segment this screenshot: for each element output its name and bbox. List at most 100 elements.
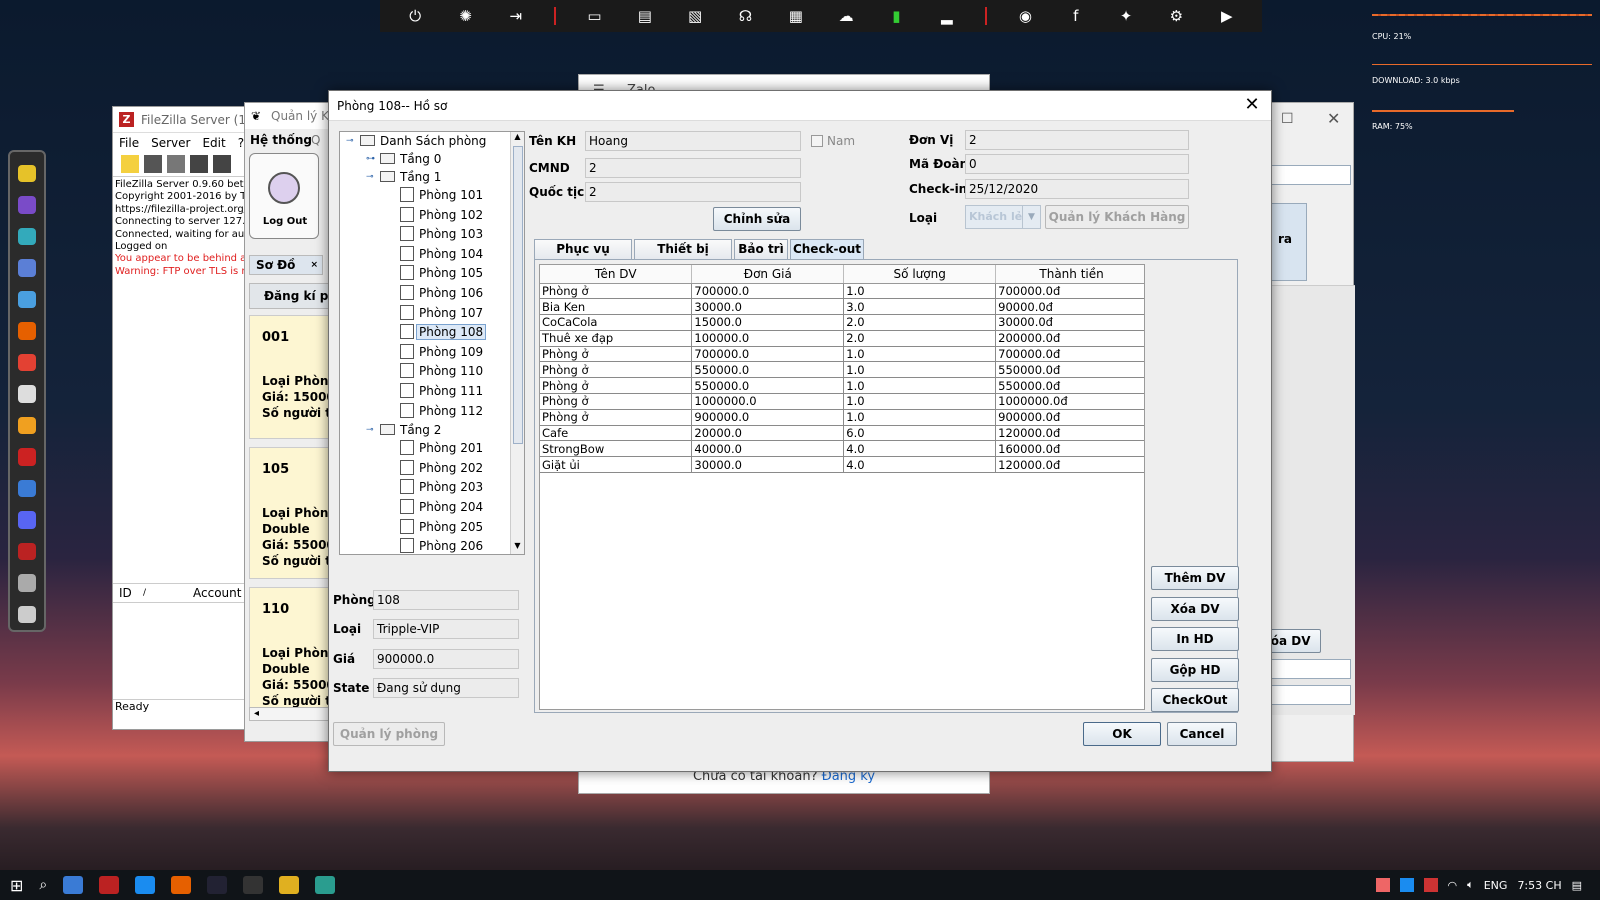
tree-room-node[interactable]: Phòng 102 (400, 206, 483, 225)
connect-icon[interactable] (121, 155, 139, 173)
signal-icon[interactable]: ▂ (935, 7, 959, 25)
tab-phuc-vu-phong[interactable]: Phục vụ phòng (534, 239, 632, 274)
ten-kh-field[interactable]: Hoang (585, 131, 801, 151)
star-icon[interactable] (18, 416, 36, 435)
tree-room-node[interactable]: Phòng 107 (400, 304, 483, 323)
tree-root-node[interactable]: ⊸ Danh Sách phòng (346, 132, 486, 151)
column-header[interactable]: Tên DV (540, 265, 693, 284)
register-room-button[interactable]: Đăng kí ph (249, 283, 335, 309)
tree-room-node[interactable]: Phòng 103 (400, 225, 483, 244)
manage-rooms-button[interactable]: Quản lý phòng (333, 722, 445, 746)
loai-khach-select[interactable]: Khách lẻ ▼ (965, 205, 1041, 229)
state-field[interactable]: Đang sử dụng (373, 678, 519, 698)
brightness-icon[interactable]: ✺ (453, 7, 477, 25)
images-icon[interactable]: ▧ (683, 7, 707, 25)
chevron-down-icon[interactable]: ▼ (1022, 206, 1040, 228)
table-row[interactable]: StrongBow 40000.0 4.0 160000.0đ (540, 440, 1144, 458)
table-row[interactable]: Phòng ở 1000000.0 1.0 1000000.0đ (540, 393, 1144, 410)
tree-room-node[interactable]: Phòng 108 (400, 323, 487, 342)
column-header[interactable]: Đơn Giá (691, 265, 845, 284)
table-row[interactable]: Cafe 20000.0 6.0 120000.0đ (540, 425, 1144, 442)
intellij-taskbar-icon[interactable] (207, 876, 228, 894)
tab-bao-tri[interactable]: Bảo trì (734, 239, 788, 259)
table-row[interactable]: Phòng ở 700000.0 1.0 700000.0đ (540, 346, 1144, 363)
volume-icon[interactable]: 🔈︎ (1467, 878, 1474, 892)
tree-room-node[interactable]: Phòng 106 (400, 284, 483, 303)
filezilla-menu-item[interactable]: Server (151, 133, 190, 153)
filezilla-menu-item[interactable]: Edit (202, 133, 225, 153)
app-taskbar-icon[interactable] (315, 876, 336, 894)
tree-floor-node[interactable]: ⊸ Tầng 2 (366, 421, 441, 440)
menu-quan-ly[interactable]: Q (311, 129, 320, 151)
java-app-taskbar-icon[interactable] (243, 876, 264, 894)
table-row[interactable]: CoCaCola 15000.0 2.0 30000.0đ (540, 314, 1144, 331)
clock[interactable]: 7:53 CH (1517, 879, 1561, 892)
cmnd-field[interactable]: 2 (585, 158, 801, 178)
tree-room-node[interactable]: Phòng 204 (400, 498, 483, 517)
logout-icon[interactable]: ⇥ (504, 7, 528, 25)
mail-icon[interactable] (63, 876, 84, 894)
room-card[interactable]: 110 Loại Phòng Double Giá: 550000 Số người t… (249, 587, 343, 719)
tree-room-node[interactable]: Phòng 110 (400, 362, 483, 381)
filezilla-icon[interactable] (18, 542, 36, 561)
tray-filezilla-icon[interactable] (1375, 878, 1390, 892)
expand-open-icon[interactable]: ⊸ (366, 421, 374, 440)
id-column[interactable]: ID (119, 584, 132, 602)
loai-phong-field[interactable]: Tripple-VIP (373, 619, 519, 639)
filezilla-taskbar-icon[interactable] (99, 876, 120, 894)
print-invoice-button[interactable]: In HD (1151, 627, 1239, 651)
expand-closed-icon[interactable]: ⊶ (366, 150, 375, 169)
edit-customer-button[interactable]: Chỉnh sửa (713, 207, 801, 231)
delete-service-button[interactable]: Xóa DV (1151, 596, 1239, 621)
horizontal-scrollbar[interactable]: ◂ (249, 707, 335, 721)
users-icon[interactable] (190, 155, 208, 173)
steam-icon[interactable]: ⚙ (1164, 7, 1188, 25)
table-row[interactable]: Phòng ở 900000.0 1.0 900000.0đ (540, 409, 1144, 426)
menu-he-thong[interactable]: Hệ thống (250, 129, 312, 151)
table-row[interactable]: Thuê xe đạp 100000.0 2.0 200000.0đ (540, 330, 1144, 347)
zalo-taskbar-icon[interactable] (135, 876, 156, 894)
wifi-icon[interactable]: ◠ (1448, 879, 1458, 892)
tray-app-icon[interactable] (1423, 878, 1438, 892)
cancel-button[interactable]: Cancel (1167, 722, 1237, 746)
maps-icon[interactable] (18, 227, 36, 246)
tree-room-node[interactable]: Phòng 111 (400, 382, 483, 401)
notification-icon[interactable]: ▤ (1572, 879, 1582, 892)
column-header[interactable]: Số lượng (843, 265, 997, 284)
close-icon[interactable]: ✕ (1327, 109, 1340, 128)
table-row[interactable]: Phòng ở 700000.0 1.0 700000.0đ (540, 283, 1144, 300)
file-explorer-icon[interactable] (279, 876, 300, 894)
firefox-icon[interactable] (18, 322, 36, 340)
gia-field[interactable]: 900000.0 (373, 649, 519, 669)
room-card[interactable]: 105 Loại Phòng Double Giá: 550000 Số người t… (249, 447, 343, 579)
tree-room-node[interactable]: Phòng 205 (400, 518, 483, 537)
expand-open-icon[interactable]: ⊸ (366, 168, 374, 187)
monitor-icon[interactable]: ▭ (582, 7, 606, 25)
tree-room-node[interactable]: Phòng 112 (400, 402, 483, 421)
table-row[interactable]: Phòng ở 550000.0 1.0 550000.0đ (540, 377, 1144, 395)
lock-icon[interactable] (144, 155, 162, 173)
chrome-icon[interactable] (18, 353, 36, 372)
tree-scrollbar[interactable]: ▲ ▼ (510, 132, 524, 554)
account-column[interactable]: Account (193, 584, 241, 602)
tree-room-node[interactable]: Phòng 206 (400, 537, 483, 554)
headphones-icon[interactable]: ☊ (733, 7, 757, 25)
game-icon[interactable] (18, 448, 36, 466)
table-row[interactable]: Phòng ở 550000.0 1.0 550000.0đ (540, 361, 1144, 379)
disk-icon[interactable] (18, 385, 36, 403)
logout-button[interactable]: Log Out (249, 153, 319, 239)
expand-open-icon[interactable]: ⊸ (346, 132, 354, 151)
tree-room-node[interactable]: Phòng 105 (400, 264, 483, 283)
tree-room-node[interactable]: Phòng 202 (400, 459, 483, 478)
tree-floor-node[interactable]: ⊸ Tầng 1 (366, 168, 441, 187)
search-icon[interactable]: ⌕ (39, 877, 47, 893)
tab-close-icon[interactable]: × (310, 256, 318, 274)
ma-doan-field[interactable]: 0 (965, 154, 1189, 174)
manage-customers-button[interactable]: Quản lý Khách Hàng (1045, 205, 1189, 229)
visual-studio-icon[interactable] (18, 196, 36, 214)
document-icon[interactable]: ▤ (633, 7, 657, 25)
add-service-button[interactable]: Thêm DV (1151, 566, 1239, 590)
notes-icon[interactable] (18, 165, 36, 183)
twitter-icon[interactable]: ✦ (1114, 7, 1138, 25)
firefox-taskbar-icon[interactable] (171, 876, 192, 894)
